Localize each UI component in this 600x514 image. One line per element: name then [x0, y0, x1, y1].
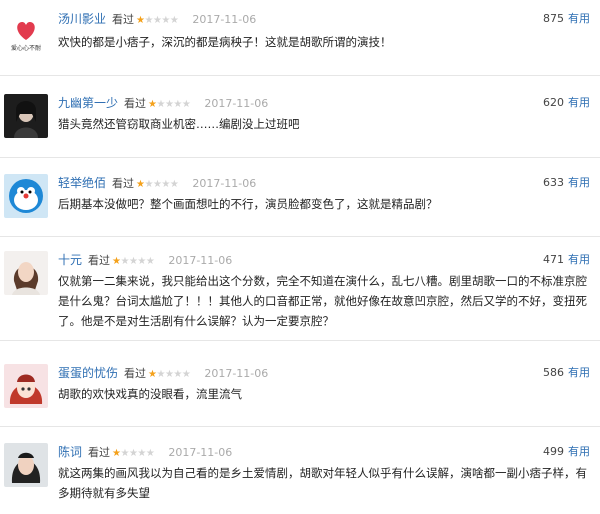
review-date: 2017-11-06 — [204, 367, 269, 380]
useful-button[interactable]: 有用 — [568, 366, 590, 379]
star-icon: ★★★★ — [120, 448, 155, 459]
star-icon: ★★★★ — [144, 15, 179, 26]
avatar[interactable] — [4, 443, 48, 487]
useful-button[interactable]: 有用 — [568, 12, 590, 25]
vote-area: 620 有用 — [543, 94, 590, 112]
vote-area: 875 有用 — [543, 10, 590, 28]
rating-stars: ★★★★★ — [112, 253, 155, 271]
status-label: 看过 — [124, 367, 147, 380]
divider — [0, 340, 600, 341]
username-link[interactable]: 十元 — [58, 253, 82, 267]
status-label: 看过 — [112, 13, 135, 26]
review-item: 十元 看过 ★★★★★ 2017-11-06 471 有用 仅就第一二集来说，我只能给出… — [0, 251, 600, 331]
review-header: 轻举绝佰 看过 ★★★★★ 2017-11-06 — [58, 174, 256, 192]
username-link[interactable]: 陈词 — [58, 445, 82, 459]
avatar[interactable]: 爱心心不耐 — [4, 10, 48, 54]
review-date: 2017-11-06 — [168, 446, 233, 459]
divider — [0, 426, 600, 427]
review-item: 九幽第一少 看过 ★★★★★ 2017-11-06 620 有用 猎头竟然还管窃取商业机… — [0, 94, 600, 154]
vote-count: 875 — [543, 12, 564, 25]
avatar[interactable] — [4, 174, 48, 218]
star-icon: ★★★★ — [156, 369, 191, 380]
anime-girl-avatar-icon — [4, 364, 48, 408]
status-label: 看过 — [88, 254, 111, 267]
woman-photo-avatar-icon — [4, 443, 48, 487]
username-link[interactable]: 九幽第一少 — [58, 96, 118, 110]
review-text: 后期基本没做吧？整个画面想吐的不行，演员脸都变色了，这就是精品剧？ — [58, 197, 438, 211]
review-text: 就这两集的画风我以为自己看的是乡土爱情剧，胡歌对年轻人似乎有什么误解，演啥都一副… — [58, 466, 587, 500]
review-header: 汤川影业 看过 ★★★★★ 2017-11-06 — [58, 10, 256, 28]
star-icon: ★★★★ — [120, 256, 155, 267]
review-text: 欢快的都是小痞子，深沉的都是病秧子！这就是胡歌所谓的演技！ — [58, 35, 392, 49]
review-item: 爱心心不耐 汤川影业 看过 ★★★★★ 2017-11-06 875 有用 欢快的都是小… — [0, 10, 600, 70]
star-icon: ★★★★ — [144, 179, 179, 190]
vote-area: 633 有用 — [543, 174, 590, 192]
review-date: 2017-11-06 — [192, 177, 257, 190]
vote-count: 633 — [543, 176, 564, 189]
useful-button[interactable]: 有用 — [568, 445, 590, 458]
review-list: 爱心心不耐 汤川影业 看过 ★★★★★ 2017-11-06 875 有用 欢快的都是小… — [0, 0, 600, 514]
useful-button[interactable]: 有用 — [568, 96, 590, 109]
review-date: 2017-11-06 — [204, 97, 269, 110]
review-text: 胡歌的欢快戏真的没眼看，流里流气 — [58, 387, 242, 401]
useful-button[interactable]: 有用 — [568, 176, 590, 189]
avatar[interactable] — [4, 94, 48, 138]
rating-stars: ★★★★★ — [112, 445, 155, 463]
status-label: 看过 — [88, 446, 111, 459]
svg-text:爱心心不耐: 爱心心不耐 — [11, 44, 41, 52]
review-header: 十元 看过 ★★★★★ 2017-11-06 — [58, 251, 232, 269]
vote-area: 471 有用 — [543, 251, 590, 269]
star-icon: ★★★★ — [156, 99, 191, 110]
review-item: 陈词 看过 ★★★★★ 2017-11-06 499 有用 就这两集的画风我以为自己看的… — [0, 443, 600, 513]
review-header: 陈词 看过 ★★★★★ 2017-11-06 — [58, 443, 232, 461]
review-text: 猎头竟然还管窃取商业机密……编剧没上过班吧 — [58, 117, 300, 131]
vote-area: 499 有用 — [543, 443, 590, 461]
rating-stars: ★★★★★ — [136, 12, 179, 30]
username-link[interactable]: 汤川影业 — [58, 12, 106, 26]
rating-stars: ★★★★★ — [148, 366, 191, 384]
divider — [0, 75, 600, 76]
vote-count: 620 — [543, 96, 564, 109]
rating-stars: ★★★★★ — [148, 96, 191, 114]
status-label: 看过 — [112, 177, 135, 190]
review-item: 轻举绝佰 看过 ★★★★★ 2017-11-06 633 有用 后期基本没做吧？整个画面… — [0, 174, 600, 234]
divider — [0, 157, 600, 158]
avatar[interactable] — [4, 251, 48, 295]
review-item: 蛋蛋的忧伤 看过 ★★★★★ 2017-11-06 586 有用 胡歌的欢快戏真的没眼看… — [0, 364, 600, 424]
vote-count: 499 — [543, 445, 564, 458]
useful-button[interactable]: 有用 — [568, 253, 590, 266]
heart-logo-avatar-icon: 爱心心不耐 — [4, 10, 48, 54]
review-header: 九幽第一少 看过 ★★★★★ 2017-11-06 — [58, 94, 268, 112]
review-date: 2017-11-06 — [192, 13, 257, 26]
username-link[interactable]: 轻举绝佰 — [58, 176, 106, 190]
woman-portrait-avatar-icon — [4, 251, 48, 295]
review-date: 2017-11-06 — [168, 254, 233, 267]
vote-area: 586 有用 — [543, 364, 590, 382]
divider — [0, 236, 600, 237]
dark-portrait-avatar-icon — [4, 94, 48, 138]
cartoon-cat-avatar-icon — [4, 174, 48, 218]
avatar[interactable] — [4, 364, 48, 408]
rating-stars: ★★★★★ — [136, 176, 179, 194]
review-header: 蛋蛋的忧伤 看过 ★★★★★ 2017-11-06 — [58, 364, 268, 382]
vote-count: 471 — [543, 253, 564, 266]
vote-count: 586 — [543, 366, 564, 379]
status-label: 看过 — [124, 97, 147, 110]
username-link[interactable]: 蛋蛋的忧伤 — [58, 366, 118, 380]
review-text: 仅就第一二集来说，我只能给出这个分数，完全不知道在演什么，乱七八糟。剧里胡歌一口… — [58, 274, 587, 328]
